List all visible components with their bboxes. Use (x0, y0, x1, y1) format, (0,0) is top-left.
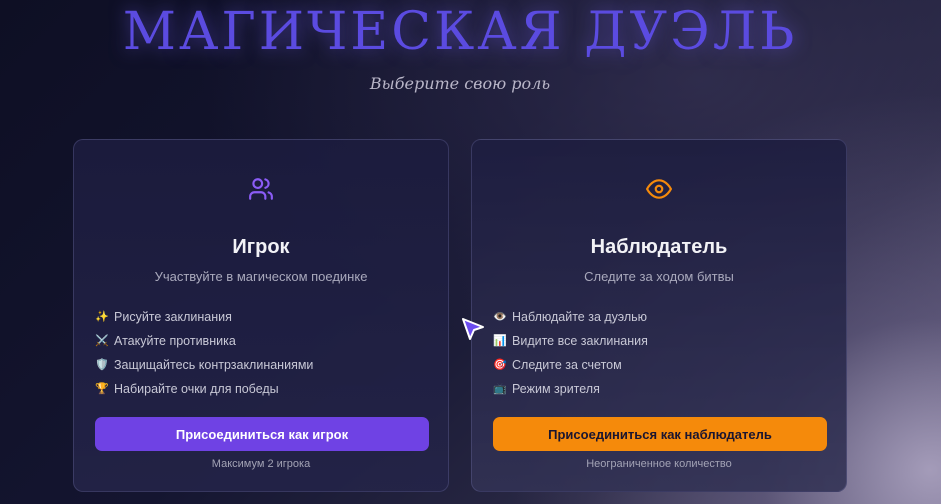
feature-text: Защищайтесь контрзаклинаниями (114, 358, 314, 372)
feature-text: Режим зрителя (512, 382, 600, 396)
eye-icon (646, 179, 672, 199)
feature-item: 🛡️ Защищайтесь контрзаклинаниями (95, 353, 313, 377)
join-as-observer-button[interactable]: Присоединиться как наблюдатель (493, 417, 827, 451)
feature-text: Рисуйте заклинания (114, 310, 232, 324)
join-as-player-button[interactable]: Присоединиться как игрок (95, 417, 429, 451)
observer-limit-note: Неограниченное количество (586, 458, 732, 470)
feature-item: 🎯 Следите за счетом (493, 353, 648, 377)
player-limit-note: Максимум 2 игрока (211, 458, 311, 470)
feature-list: 👁️ Наблюдайте за дуэлью 📊 Видите все закли… (493, 305, 648, 401)
feature-text: Следите за счетом (512, 358, 622, 372)
mouse-cursor-icon (462, 318, 484, 340)
shield-icon: 🛡️ (95, 359, 109, 371)
eye-emoji-icon: 👁️ (493, 311, 507, 323)
chart-icon: 📊 (493, 335, 507, 347)
page-title: МАГИЧЕСКАЯ ДУЭЛЬ (122, 2, 798, 62)
player-role-card[interactable]: Игрок Участвуйте в магическом поединке ✨… (73, 139, 449, 492)
trophy-icon: 🏆 (95, 383, 109, 395)
card-description: Участвуйте в магическом поединке (154, 269, 368, 284)
card-title: Игрок (232, 236, 290, 258)
page-subtitle: Выберите свою роль (369, 74, 551, 93)
feature-text: Набирайте очки для победы (114, 382, 279, 396)
feature-item: 📺 Режим зрителя (493, 377, 648, 401)
feature-text: Наблюдайте за дуэлью (512, 310, 648, 324)
swords-icon: ⚔️ (95, 335, 109, 347)
feature-list: ✨ Рисуйте заклинания ⚔️ Атакуйте противник… (95, 305, 313, 401)
feature-item: 👁️ Наблюдайте за дуэлью (493, 305, 648, 329)
target-icon: 🎯 (493, 359, 507, 371)
tv-icon: 📺 (493, 383, 507, 395)
card-description: Следите за ходом битвы (584, 269, 734, 284)
feature-text: Атакуйте противника (114, 334, 236, 348)
card-title: Наблюдатель (590, 236, 728, 258)
observer-role-card[interactable]: Наблюдатель Следите за ходом битвы 👁️ Наб… (471, 139, 847, 492)
feature-item: ✨ Рисуйте заклинания (95, 305, 313, 329)
feature-text: Видите все заклинания (512, 334, 648, 348)
feature-item: 🏆 Набирайте очки для победы (95, 377, 313, 401)
sparkles-icon: ✨ (95, 311, 109, 323)
feature-item: ⚔️ Атакуйте противника (95, 329, 313, 353)
feature-item: 📊 Видите все заклинания (493, 329, 648, 353)
users-icon (249, 178, 273, 200)
